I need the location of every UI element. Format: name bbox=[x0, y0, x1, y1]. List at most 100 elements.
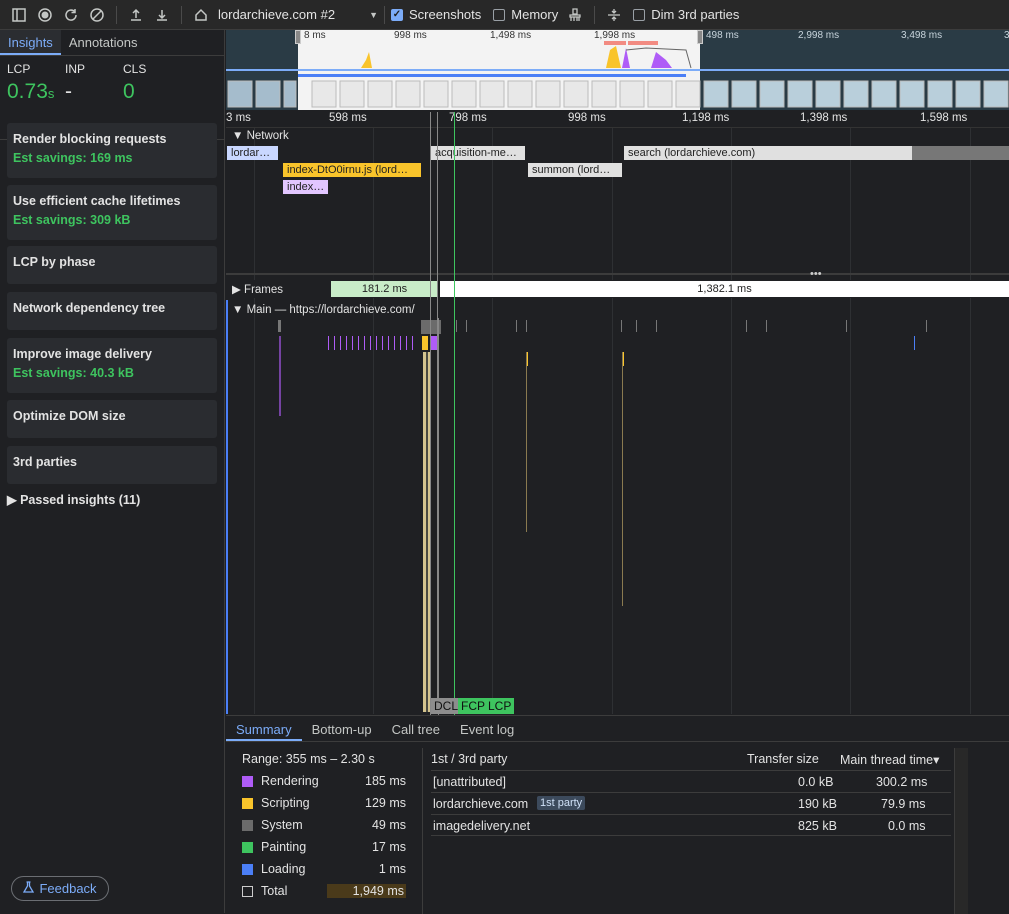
category-name: Scripting bbox=[261, 796, 310, 810]
insight-render-blocking[interactable]: Render blocking requests Est savings: 169… bbox=[7, 123, 217, 178]
main-track-header[interactable]: ▼ Main — https://lordarchieve.com/ bbox=[232, 304, 415, 316]
column-header-party[interactable]: 1st / 3rd party bbox=[431, 752, 507, 766]
insight-lcp-by-phase[interactable]: LCP by phase bbox=[7, 246, 217, 284]
network-request[interactable]: summon (lord… bbox=[528, 163, 622, 177]
network-request[interactable]: acquisition-me… bbox=[431, 146, 525, 160]
cls-label: CLS bbox=[123, 62, 147, 76]
collapse-arrow-icon: ▼ bbox=[232, 130, 247, 142]
screenshots-checkbox[interactable]: ✓ Screenshots bbox=[391, 7, 481, 22]
first-party-badge: 1st party bbox=[537, 796, 586, 810]
category-painting: Painting 17 ms bbox=[242, 840, 406, 854]
clean-icon[interactable] bbox=[562, 2, 588, 28]
reload-icon[interactable] bbox=[58, 2, 84, 28]
tab-event-log[interactable]: Event log bbox=[450, 716, 524, 741]
selection-boundary-line bbox=[437, 112, 438, 712]
range-label: Range: 355 ms – 2.30 s bbox=[242, 752, 375, 766]
network-request[interactable]: index… bbox=[283, 180, 328, 194]
dcl-marker[interactable]: DCL bbox=[431, 698, 462, 714]
table-row[interactable]: [unattributed] 0.0 kB 300.2 ms bbox=[431, 770, 951, 792]
tab-call-tree[interactable]: Call tree bbox=[382, 716, 450, 741]
collapse-tracks-icon[interactable] bbox=[601, 2, 627, 28]
category-name: System bbox=[261, 818, 303, 832]
insight-dom-size[interactable]: Optimize DOM size bbox=[7, 400, 217, 438]
insight-network-dependency-tree[interactable]: Network dependency tree bbox=[7, 292, 217, 330]
tab-insights[interactable]: Insights bbox=[0, 30, 61, 55]
lcp-label: LCP bbox=[7, 62, 31, 76]
total-swatch bbox=[242, 885, 253, 897]
recording-select[interactable]: lordarchieve.com #2 ▼ bbox=[218, 7, 378, 22]
divider bbox=[422, 748, 423, 914]
details-panel: Summary Bottom-up Call tree Event log Ra… bbox=[226, 715, 1009, 914]
clear-icon[interactable] bbox=[84, 2, 110, 28]
record-icon[interactable] bbox=[32, 2, 58, 28]
time-ruler[interactable]: 3 ms 598 ms 798 ms 998 ms 1,198 ms 1,398… bbox=[226, 110, 1009, 128]
main-thread-flamechart[interactable] bbox=[226, 318, 1009, 718]
network-request[interactable]: search (lordarchieve.com) bbox=[624, 146, 1009, 160]
timeline-overview[interactable]: 8 ms 998 ms 1,498 ms 1,998 ms 498 ms 2,9… bbox=[226, 30, 1009, 110]
upload-icon[interactable] bbox=[123, 2, 149, 28]
network-request[interactable]: lordar… bbox=[227, 146, 278, 160]
inp-label: INP bbox=[65, 62, 86, 76]
passed-insights-toggle[interactable]: ▶ Passed insights (11) bbox=[7, 492, 140, 507]
collapse-arrow-icon: ▼ bbox=[232, 304, 247, 316]
lcp-number: 0.73 bbox=[7, 80, 48, 103]
category-total: Total 1,949 ms bbox=[242, 884, 406, 898]
divider bbox=[594, 5, 596, 24]
category-value: 1 ms bbox=[378, 862, 406, 876]
column-header-main-thread-time[interactable]: Main thread time▾ bbox=[840, 752, 939, 767]
lcp-marker[interactable]: LCP bbox=[485, 698, 515, 714]
frames-track: ▶ Frames 181.2 ms 1,382.1 ms bbox=[226, 280, 1009, 298]
system-swatch bbox=[242, 819, 253, 831]
feedback-button[interactable]: Feedback bbox=[11, 876, 109, 901]
checkbox-icon bbox=[493, 8, 506, 21]
resize-handle-icon[interactable]: ••• bbox=[810, 268, 822, 280]
table-row[interactable]: imagedelivery.net 825 kB 0.0 ms bbox=[431, 814, 951, 836]
expand-arrow-icon: ▶ bbox=[232, 284, 245, 296]
divider bbox=[384, 5, 385, 24]
ruler-tick: 998 ms bbox=[568, 112, 606, 124]
network-track-header[interactable]: ▼ Network bbox=[232, 130, 289, 142]
tab-annotations[interactable]: Annotations bbox=[61, 30, 146, 55]
category-value: 49 ms bbox=[371, 818, 406, 832]
category-name: Painting bbox=[261, 840, 307, 854]
party-name: [unattributed] bbox=[433, 775, 506, 789]
sidebar-tabs: Insights Annotations bbox=[0, 30, 224, 56]
category-value: 129 ms bbox=[365, 796, 406, 810]
column-header-transfer-size[interactable]: Transfer size bbox=[747, 752, 819, 766]
download-icon[interactable] bbox=[149, 2, 175, 28]
insight-title: Optimize DOM size bbox=[13, 409, 126, 423]
lcp-value: 0.73s bbox=[7, 80, 65, 104]
tab-summary[interactable]: Summary bbox=[226, 716, 302, 741]
ruler-tick: 3 ms bbox=[226, 112, 251, 124]
details-tabs: Summary Bottom-up Call tree Event log bbox=[226, 716, 1009, 742]
insight-image-delivery[interactable]: Improve image delivery Est savings: 40.3 … bbox=[7, 338, 217, 393]
checkbox-checked-icon: ✓ bbox=[391, 8, 403, 21]
frames-track-header[interactable]: ▶ Frames bbox=[232, 282, 283, 296]
dim-3rd-parties-checkbox[interactable]: Dim 3rd parties bbox=[633, 7, 739, 22]
ruler-tick: 598 ms bbox=[329, 112, 367, 124]
main-thread-time-label: Main thread time bbox=[840, 753, 934, 767]
main-thread-time: 0.0 ms bbox=[888, 819, 926, 833]
fcp-marker[interactable]: FCP bbox=[458, 698, 488, 714]
insight-title: 3rd parties bbox=[13, 455, 77, 469]
insight-savings: Est savings: 40.3 kB bbox=[13, 366, 134, 380]
category-name: Rendering bbox=[261, 774, 319, 788]
memory-label: Memory bbox=[511, 7, 559, 22]
insight-cache-lifetimes[interactable]: Use efficient cache lifetimes Est savings… bbox=[7, 185, 217, 240]
toolbar: lordarchieve.com #2 ▼ ✓ Screenshots Memory… bbox=[0, 0, 1009, 30]
home-icon[interactable] bbox=[188, 2, 214, 28]
scrollbar[interactable] bbox=[954, 748, 968, 914]
frame-block[interactable]: 1,382.1 ms bbox=[440, 281, 1009, 297]
toggle-sidebar-icon[interactable] bbox=[6, 2, 32, 28]
category-name: Loading bbox=[261, 862, 306, 876]
insight-savings: Est savings: 169 ms bbox=[13, 151, 133, 165]
tab-bottom-up[interactable]: Bottom-up bbox=[302, 716, 382, 741]
table-row[interactable]: lordarchieve.com 1st party 190 kB 79.9 ms bbox=[431, 792, 951, 814]
screenshots-label: Screenshots bbox=[409, 7, 482, 22]
network-request[interactable]: index-DtO0irnu.js (lord… bbox=[283, 163, 421, 177]
loading-swatch bbox=[242, 863, 253, 875]
insight-3rd-parties[interactable]: 3rd parties bbox=[7, 446, 217, 484]
track-separator[interactable] bbox=[226, 273, 1009, 275]
frame-block[interactable]: 181.2 ms bbox=[331, 281, 438, 297]
memory-checkbox[interactable]: Memory bbox=[493, 7, 558, 22]
